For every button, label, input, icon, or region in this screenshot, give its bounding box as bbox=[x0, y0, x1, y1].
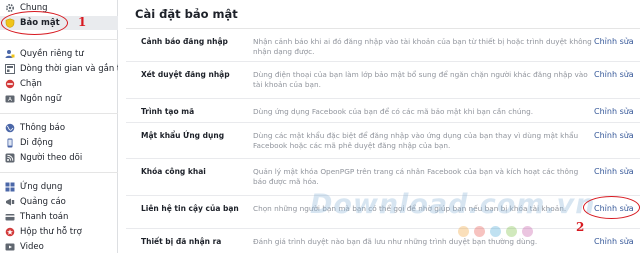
sidebar-item-payments[interactable]: Thanh toán bbox=[0, 210, 118, 224]
settings-sidebar: Chung Bảo mật Quyền riêng tư Dòng thời g… bbox=[0, 0, 118, 253]
watermark-dot bbox=[474, 226, 485, 237]
row-label: Cảnh báo đăng nhập bbox=[141, 37, 228, 46]
sidebar-item-video[interactable]: Video bbox=[0, 240, 118, 253]
sidebar-item-blocking[interactable]: Chặn bbox=[0, 77, 118, 91]
sidebar-item-mobile[interactable]: Di động bbox=[0, 136, 118, 150]
page-title: Cài đặt bảo mật bbox=[135, 7, 238, 21]
edit-link[interactable]: Chỉnh sửa bbox=[594, 37, 634, 46]
watermark-dot bbox=[490, 226, 501, 237]
sidebar-divider bbox=[0, 39, 118, 40]
sidebar-item-label: Ngôn ngữ bbox=[20, 94, 62, 104]
sidebar-item-label: Di động bbox=[20, 138, 53, 148]
sidebar-item-apps[interactable]: Ứng dụng bbox=[0, 180, 118, 194]
timeline-icon bbox=[5, 64, 15, 74]
sidebar-item-label: Người theo dõi bbox=[20, 153, 83, 163]
edit-link[interactable]: Chỉnh sửa bbox=[594, 237, 634, 246]
row-description: Dùng các mật khẩu đặc biệt để đăng nhập … bbox=[253, 131, 579, 150]
settings-row-recognized-devices[interactable]: Thiết bị đã nhận ra Đánh giá trình duyệt… bbox=[126, 229, 640, 253]
watermark-text: Download.com.vn bbox=[310, 189, 596, 220]
mobile-icon bbox=[5, 138, 15, 148]
gear-icon bbox=[5, 3, 15, 13]
svg-text:A: A bbox=[8, 97, 12, 103]
sidebar-item-label: Quyền riêng tư bbox=[20, 49, 84, 59]
lock-people-icon bbox=[5, 49, 15, 59]
video-icon bbox=[5, 242, 15, 252]
row-description: Dùng ứng dụng Facebook của bạn để có các… bbox=[253, 107, 534, 116]
sidebar-item-label: Hộp thư hỗ trợ bbox=[20, 227, 82, 237]
language-icon: A bbox=[5, 94, 15, 104]
watermark-dot bbox=[458, 226, 469, 237]
rss-icon bbox=[5, 153, 15, 163]
sidebar-item-privacy[interactable]: Quyền riêng tư bbox=[0, 47, 118, 61]
highlight-ellipse-security bbox=[1, 11, 68, 35]
watermark-dot bbox=[506, 226, 517, 237]
settings-row-app-passwords[interactable]: Mật khẩu Ứng dụng Dùng các mật khẩu đặc … bbox=[126, 123, 640, 159]
annotation-number-2: 2 bbox=[576, 220, 585, 234]
settings-row-code-generator[interactable]: Trình tạo mã Dùng ứng dụng Facebook của … bbox=[126, 99, 640, 123]
support-icon bbox=[5, 227, 15, 237]
edit-link[interactable]: Chỉnh sửa bbox=[594, 70, 634, 79]
sidebar-divider bbox=[0, 172, 118, 173]
settings-row-login-alerts[interactable]: Cảnh báo đăng nhập Nhận cảnh báo khi ai … bbox=[126, 29, 640, 62]
row-description: Quản lý mật khóa OpenPGP trên trang cá n… bbox=[253, 167, 579, 186]
row-label: Liên hệ tin cậy của bạn bbox=[141, 204, 239, 213]
row-label: Mật khẩu Ứng dụng bbox=[141, 131, 225, 140]
annotation-number-1: 1 bbox=[78, 15, 87, 29]
settings-row-login-approvals[interactable]: Xét duyệt đăng nhập Dùng điện thoại của … bbox=[126, 62, 640, 99]
sidebar-item-label: Video bbox=[20, 242, 44, 252]
watermark-dots bbox=[458, 226, 533, 237]
edit-link[interactable]: Chỉnh sửa bbox=[594, 131, 634, 140]
sidebar-item-followers[interactable]: Người theo dõi bbox=[0, 151, 118, 165]
sidebar-item-label: Thông báo bbox=[20, 123, 66, 133]
highlight-ellipse-edit bbox=[583, 196, 640, 219]
row-description: Nhận cảnh báo khi ai đó đăng nhập vào tà… bbox=[253, 37, 592, 56]
sidebar-item-label: Quảng cáo bbox=[20, 197, 66, 207]
edit-link[interactable]: Chỉnh sửa bbox=[594, 167, 634, 176]
row-description: Đánh giá trình duyệt nào bạn đã lưu như … bbox=[253, 237, 538, 246]
row-label: Khóa công khai bbox=[141, 167, 206, 176]
sidebar-item-label: Chặn bbox=[20, 79, 42, 89]
sidebar-item-ads[interactable]: Quảng cáo bbox=[0, 195, 118, 209]
sidebar-item-label: Dòng thời gian và gắn t... bbox=[20, 64, 118, 74]
apps-icon bbox=[5, 182, 15, 192]
block-icon bbox=[5, 79, 15, 89]
globe-icon bbox=[5, 123, 15, 133]
sidebar-item-notifications[interactable]: Thông báo bbox=[0, 121, 118, 135]
row-label: Xét duyệt đăng nhập bbox=[141, 70, 230, 79]
card-icon bbox=[5, 212, 15, 222]
row-label: Trình tạo mã bbox=[141, 107, 195, 116]
row-label: Thiết bị đã nhận ra bbox=[141, 237, 222, 246]
sidebar-item-label: Ứng dụng bbox=[20, 182, 63, 192]
row-description: Dùng điện thoại của bạn làm lớp bảo mật … bbox=[253, 70, 588, 89]
edit-link[interactable]: Chỉnh sửa bbox=[594, 107, 634, 116]
sidebar-divider bbox=[0, 113, 118, 114]
sidebar-item-timeline[interactable]: Dòng thời gian và gắn t... bbox=[0, 62, 118, 76]
sidebar-item-support-inbox[interactable]: Hộp thư hỗ trợ bbox=[0, 225, 118, 239]
sidebar-item-language[interactable]: A Ngôn ngữ bbox=[0, 92, 118, 106]
ads-icon bbox=[5, 197, 15, 207]
watermark-dot bbox=[522, 226, 533, 237]
sidebar-item-label: Thanh toán bbox=[20, 212, 69, 222]
